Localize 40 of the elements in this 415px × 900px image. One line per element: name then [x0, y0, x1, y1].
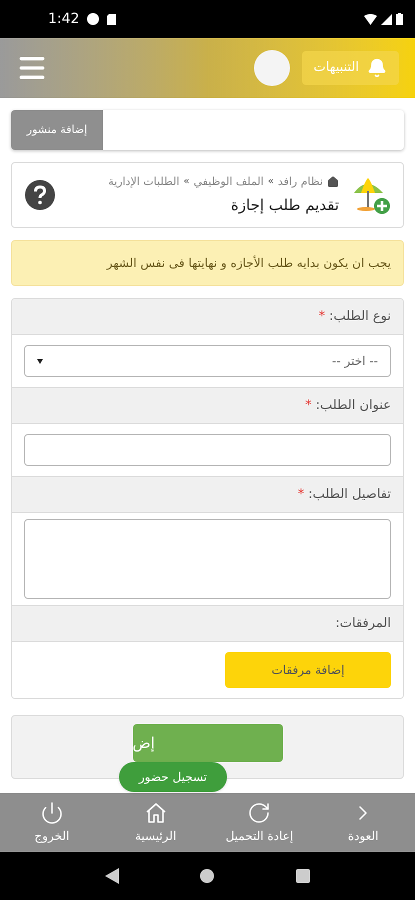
textarea-field[interactable] — [24, 519, 391, 599]
field-label: تفاصيل الطلب: — [308, 486, 391, 504]
add-attachments-button[interactable]: إضافة مرفقات — [225, 652, 391, 688]
nav-item[interactable]: الخروج — [6, 800, 97, 844]
required-mark: * — [298, 486, 304, 504]
help-icon[interactable] — [24, 179, 56, 211]
reload-icon — [247, 800, 272, 824]
field-label: نوع الطلب: — [329, 308, 391, 326]
nav-item[interactable]: إعادة التحميل — [214, 800, 304, 844]
dropdown-arrow-icon — [37, 358, 43, 364]
nav-item[interactable]: الرئيسية — [110, 800, 201, 844]
breadcrumb-link[interactable]: نظام رافد — [278, 174, 323, 190]
power-icon — [40, 800, 64, 824]
back-icon[interactable] — [104, 868, 119, 884]
required-mark: * — [305, 396, 312, 415]
submit-button[interactable]: إض — [132, 724, 282, 762]
breadcrumb-separator: » — [183, 175, 190, 190]
wifi-icon — [364, 14, 377, 24]
add-post-button[interactable]: إضافة منشور — [11, 110, 103, 150]
field-label: المرفقات: — [335, 614, 391, 633]
home-icon — [146, 802, 166, 822]
home-circle-icon[interactable] — [200, 869, 214, 883]
breadcrumb-separator: » — [268, 175, 274, 190]
nav-item[interactable]: العودة — [318, 800, 408, 844]
battery-icon — [396, 13, 403, 25]
breadcrumb-link[interactable]: الملف الوظيفي — [194, 174, 264, 190]
input-field[interactable] — [24, 434, 391, 466]
required-mark: * — [318, 308, 326, 326]
status-time: 1:42 — [48, 10, 80, 28]
select-field[interactable]: -- اختر -- — [24, 345, 391, 377]
field-label: عنوان الطلب: — [316, 396, 391, 415]
page-title: تقديم طلب إجازة — [230, 195, 339, 216]
recents-icon[interactable] — [296, 869, 310, 883]
sd-card-icon — [107, 14, 116, 24]
home-icon — [327, 176, 339, 188]
breadcrumb-link[interactable]: الطلبات الإدارية — [108, 174, 180, 190]
signal-icon — [381, 14, 392, 24]
check-in-button[interactable]: تسجيل حضور — [118, 762, 227, 792]
warning-alert: يجب ان يكون بدايه طلب الأجازه و نهايتها فى نفس الشهر — [11, 240, 404, 286]
bell-icon — [367, 58, 387, 78]
